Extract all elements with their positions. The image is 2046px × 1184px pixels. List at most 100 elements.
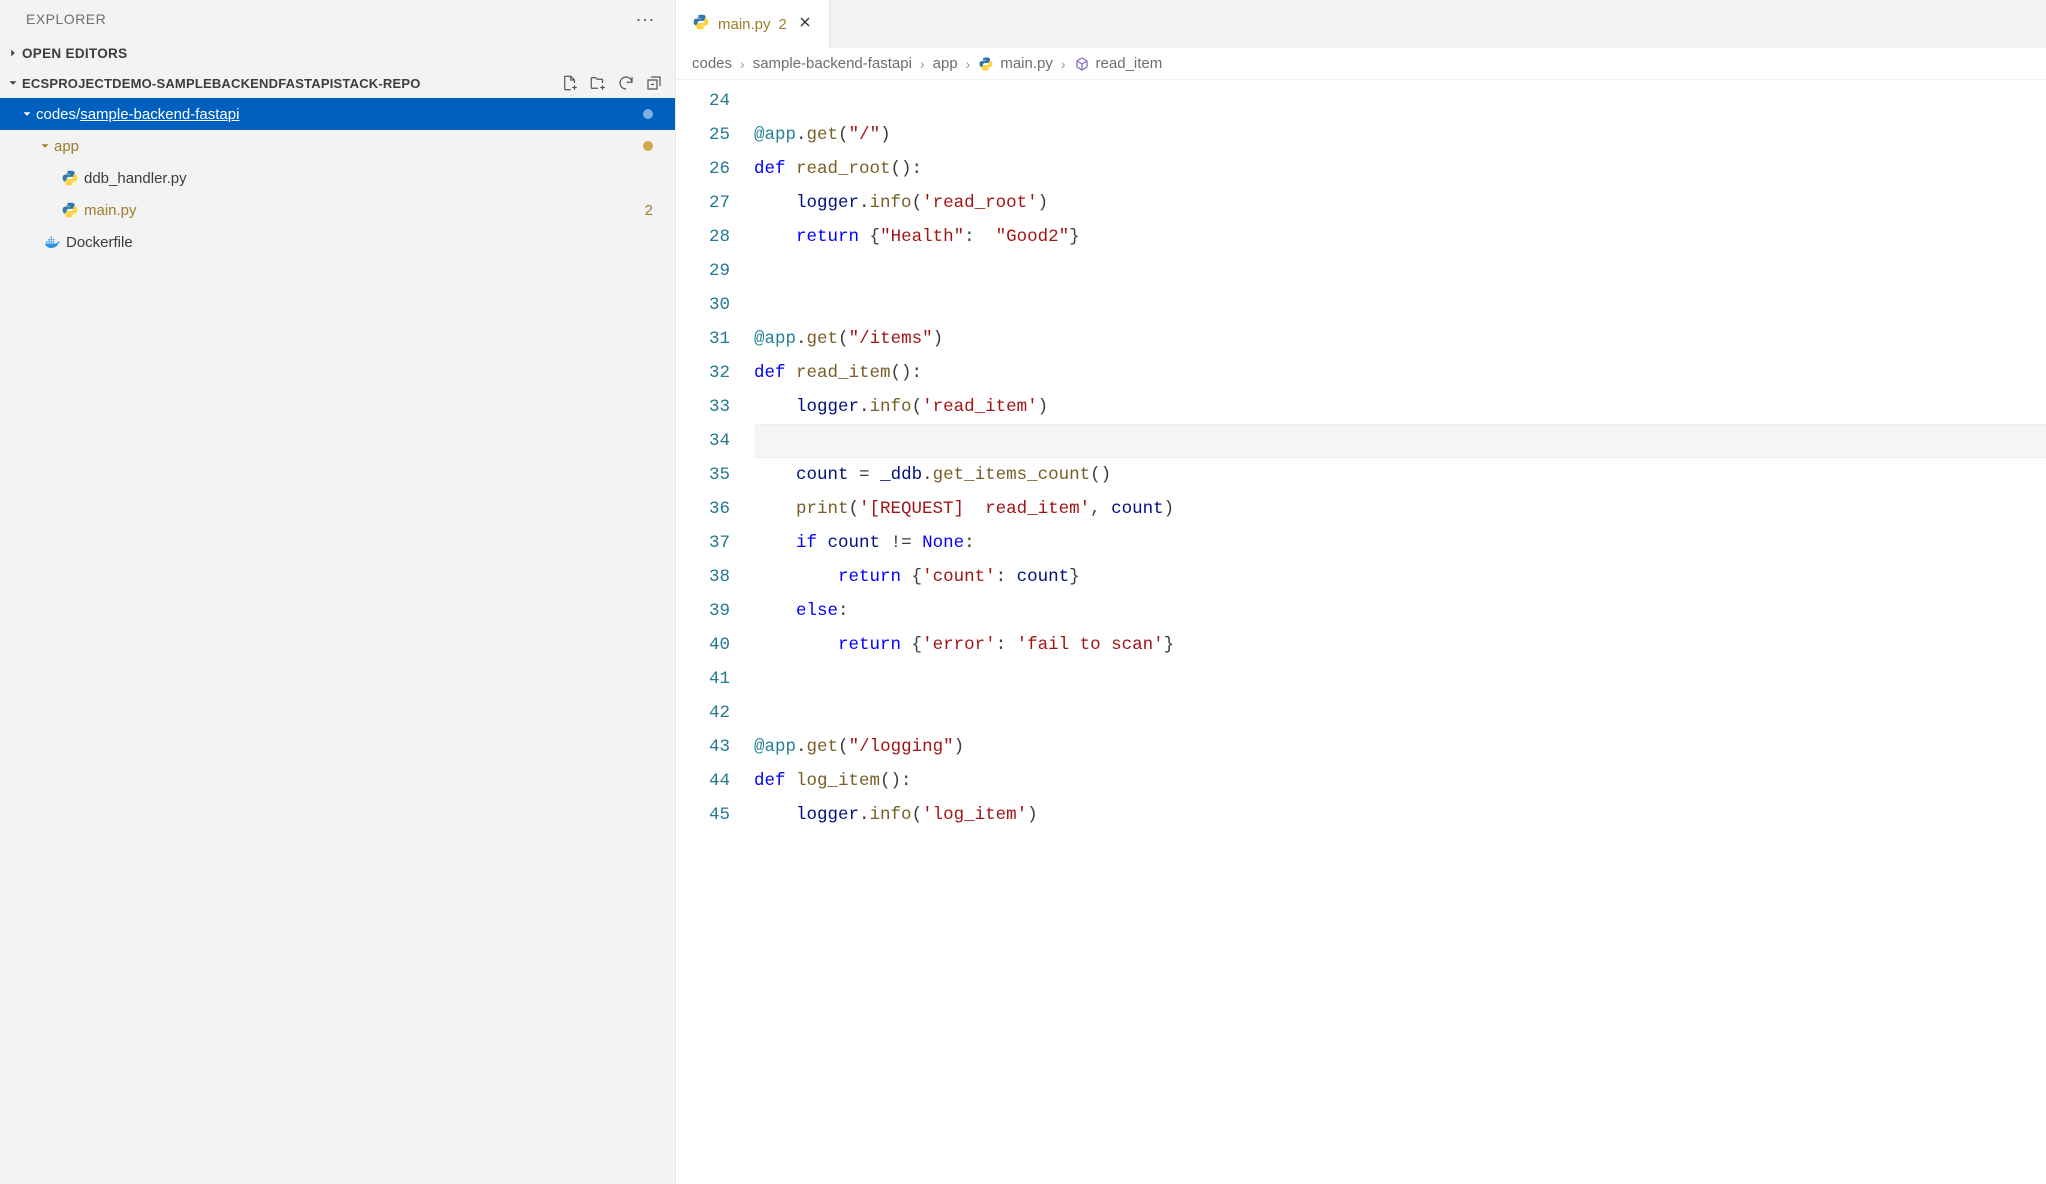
method-icon — [1074, 56, 1090, 72]
breadcrumb-sample-backend-fastapi[interactable]: sample-backend-fastapi — [753, 55, 912, 72]
code-line[interactable] — [754, 288, 2046, 322]
chevron-right-icon: › — [920, 56, 925, 72]
workspace-header[interactable]: ECSPROJECTDEMO-SAMPLEBACKENDFASTAPISTACK… — [0, 68, 675, 98]
code-editor[interactable]: 2425262728293031323334353637383940414243… — [676, 80, 2046, 1184]
close-icon[interactable] — [795, 14, 815, 35]
code-line[interactable] — [754, 84, 2046, 118]
code-line[interactable]: @app.get("/") — [754, 118, 2046, 152]
open-editors-label: OPEN EDITORS — [22, 46, 127, 61]
code-line[interactable]: @app.get("/items") — [754, 322, 2046, 356]
code-line[interactable]: logger.info('log_item') — [754, 798, 2046, 832]
code-line[interactable]: return {'count': count} — [754, 560, 2046, 594]
new-file-icon[interactable] — [561, 74, 579, 92]
code-line[interactable]: logger.info('read_root') — [754, 186, 2046, 220]
code-content[interactable]: @app.get("/")def read_root(): logger.inf… — [754, 80, 2046, 1184]
folder-codes-sample-backend-fastapi[interactable]: codes / sample-backend-fastapi — [0, 98, 675, 130]
file-ddb-handler-label: ddb_handler.py — [84, 170, 187, 187]
chevron-down-icon — [4, 76, 22, 90]
code-line[interactable]: print('[REQUEST] read_item', count) — [754, 492, 2046, 526]
code-line[interactable] — [754, 662, 2046, 696]
line-number: 33 — [676, 390, 730, 424]
breadcrumb-read-item[interactable]: read_item — [1074, 55, 1163, 72]
file-dockerfile[interactable]: Dockerfile — [0, 226, 675, 258]
line-number: 44 — [676, 764, 730, 798]
file-main-badge: 2 — [645, 202, 653, 219]
chevron-right-icon: › — [966, 56, 971, 72]
line-number: 40 — [676, 628, 730, 662]
line-number: 25 — [676, 118, 730, 152]
tab-label: main.py — [718, 16, 771, 33]
explorer-sidebar: EXPLORER ··· OPEN EDITORS ECSPROJECTDEMO… — [0, 0, 676, 1184]
code-line[interactable]: return {'error': 'fail to scan'} — [754, 628, 2046, 662]
folder-app-label: app — [54, 138, 79, 155]
docker-icon — [42, 233, 62, 251]
code-line[interactable] — [754, 424, 2046, 458]
explorer-header: EXPLORER ··· — [0, 0, 675, 38]
line-number: 43 — [676, 730, 730, 764]
refresh-icon[interactable] — [617, 74, 635, 92]
breadcrumb-app[interactable]: app — [933, 55, 958, 72]
code-line[interactable] — [754, 696, 2046, 730]
code-line[interactable]: def read_root(): — [754, 152, 2046, 186]
chevron-right-icon: › — [740, 56, 745, 72]
open-editors-section[interactable]: OPEN EDITORS — [0, 38, 675, 68]
tab-bar: main.py 2 — [676, 0, 2046, 48]
file-main[interactable]: main.py 2 — [0, 194, 675, 226]
line-number: 45 — [676, 798, 730, 832]
code-line[interactable]: return {"Health": "Good2"} — [754, 220, 2046, 254]
explorer-title: EXPLORER — [26, 11, 106, 27]
code-line[interactable]: else: — [754, 594, 2046, 628]
line-number: 39 — [676, 594, 730, 628]
line-number: 35 — [676, 458, 730, 492]
line-number: 36 — [676, 492, 730, 526]
code-line[interactable]: def log_item(): — [754, 764, 2046, 798]
line-number: 27 — [676, 186, 730, 220]
folder-app[interactable]: app — [0, 130, 675, 162]
line-number: 29 — [676, 254, 730, 288]
folder-prefix: codes — [36, 106, 76, 123]
python-icon — [692, 13, 710, 35]
line-number: 26 — [676, 152, 730, 186]
code-line[interactable]: @app.get("/logging") — [754, 730, 2046, 764]
code-line[interactable]: count = _ddb.get_items_count() — [754, 458, 2046, 492]
breadcrumb-main-py[interactable]: main.py — [978, 55, 1053, 72]
line-number: 34 — [676, 424, 730, 458]
collapse-all-icon[interactable] — [645, 74, 663, 92]
line-number: 24 — [676, 84, 730, 118]
explorer-more-icon[interactable]: ··· — [628, 9, 663, 30]
code-line[interactable] — [754, 254, 2046, 288]
line-number: 38 — [676, 560, 730, 594]
tab-main-py[interactable]: main.py 2 — [676, 0, 830, 48]
code-line[interactable]: logger.info('read_item') — [754, 390, 2046, 424]
line-number: 30 — [676, 288, 730, 322]
code-line[interactable]: if count != None: — [754, 526, 2046, 560]
file-dockerfile-label: Dockerfile — [66, 234, 133, 251]
chevron-down-icon — [36, 139, 54, 153]
breadcrumb-codes[interactable]: codes — [692, 55, 732, 72]
tab-badge: 2 — [779, 16, 787, 33]
new-folder-icon[interactable] — [589, 74, 607, 92]
chevron-right-icon — [4, 46, 22, 60]
line-number: 37 — [676, 526, 730, 560]
line-number: 28 — [676, 220, 730, 254]
chevron-down-icon — [18, 107, 36, 121]
python-icon — [60, 169, 80, 187]
chevron-right-icon: › — [1061, 56, 1066, 72]
python-icon — [978, 56, 994, 72]
modified-dot-icon — [643, 141, 653, 151]
workspace-name: ECSPROJECTDEMO-SAMPLEBACKENDFASTAPISTACK… — [22, 76, 421, 91]
workspace-actions — [561, 74, 667, 92]
modified-dot-icon — [643, 109, 653, 119]
file-main-label: main.py — [84, 202, 137, 219]
line-number-gutter: 2425262728293031323334353637383940414243… — [676, 80, 754, 1184]
line-number: 32 — [676, 356, 730, 390]
folder-name: sample-backend-fastapi — [80, 106, 239, 123]
python-icon — [60, 201, 80, 219]
line-number: 41 — [676, 662, 730, 696]
breadcrumb: codes › sample-backend-fastapi › app › m… — [676, 48, 2046, 80]
line-number: 42 — [676, 696, 730, 730]
editor-pane: main.py 2 codes › sample-backend-fastapi… — [676, 0, 2046, 1184]
code-line[interactable]: def read_item(): — [754, 356, 2046, 390]
line-number: 31 — [676, 322, 730, 356]
file-ddb-handler[interactable]: ddb_handler.py — [0, 162, 675, 194]
